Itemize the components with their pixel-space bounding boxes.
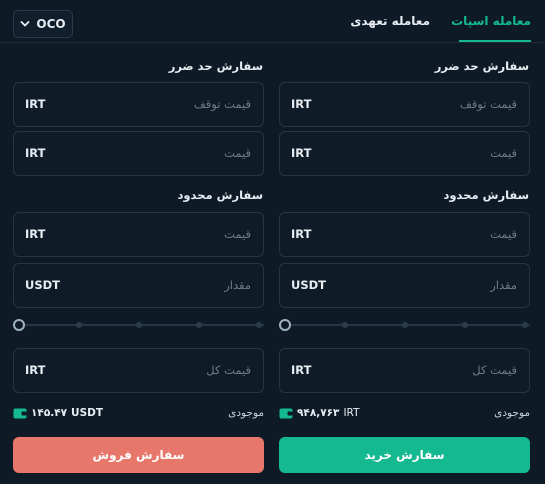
tab-margin[interactable]: معامله تعهدی [350, 14, 430, 28]
input-placeholder: مقدار [490, 278, 517, 292]
header: OCO معامله اسپات معامله تعهدی [0, 0, 545, 44]
sell-amount-slider[interactable] [13, 318, 264, 332]
sell-amount-input[interactable]: USDT مقدار [13, 263, 264, 308]
slider-tick[interactable] [342, 322, 348, 328]
buy-total-input[interactable]: IRT قیمت کل [279, 348, 530, 393]
currency-unit: USDT [291, 278, 327, 292]
currency-unit: IRT [25, 97, 46, 111]
buy-stop-limit-price-input[interactable]: IRT قیمت [279, 131, 530, 176]
buy-amount-input[interactable]: USDT مقدار [279, 263, 530, 308]
buy-balance: ۹۴۸,۷۶۳ IRT موجودی [279, 407, 530, 421]
sell-stop-section-title: سفارش حد ضرر [168, 59, 263, 73]
slider-tick[interactable] [136, 322, 142, 328]
chevron-down-icon [20, 21, 30, 27]
buy-amount-slider[interactable] [279, 318, 530, 332]
sell-stop-limit-price-input[interactable]: IRT قیمت [13, 131, 264, 176]
wallet-icon [13, 408, 27, 418]
wallet-icon [279, 408, 293, 418]
buy-order-button[interactable]: سفارش خرید [279, 437, 530, 473]
balance-label: موجودی [228, 407, 264, 419]
currency-unit: IRT [25, 146, 46, 160]
sell-limit-section-title: سفارش محدود [177, 188, 264, 202]
slider-tick[interactable] [196, 322, 202, 328]
buy-limit-price-input[interactable]: IRT قیمت [279, 212, 530, 257]
input-placeholder: قیمت کل [472, 363, 517, 377]
order-type-dropdown[interactable]: OCO [13, 10, 73, 38]
input-placeholder: قیمت [490, 146, 517, 160]
input-placeholder: قیمت توقف [459, 97, 517, 111]
currency-unit: IRT [291, 363, 312, 377]
input-placeholder: قیمت [490, 227, 517, 241]
currency-unit: IRT [291, 227, 312, 241]
slider-tick[interactable] [522, 322, 528, 328]
slider-tick[interactable] [462, 322, 468, 328]
slider-tick[interactable] [76, 322, 82, 328]
balance-unit: USDT [71, 407, 104, 419]
header-divider [0, 42, 545, 43]
sell-stop-price-input[interactable]: IRT قیمت توقف [13, 82, 264, 127]
tab-spot[interactable]: معامله اسپات [451, 14, 531, 28]
currency-unit: IRT [25, 363, 46, 377]
sell-limit-price-input[interactable]: IRT قیمت [13, 212, 264, 257]
slider-handle[interactable] [13, 319, 25, 331]
input-placeholder: قیمت توقف [193, 97, 251, 111]
balance-value: ۱۴۵.۴۷ [31, 407, 68, 419]
currency-unit: IRT [291, 97, 312, 111]
buy-limit-section-title: سفارش محدود [443, 188, 530, 202]
sell-total-input[interactable]: IRT قیمت کل [13, 348, 264, 393]
input-placeholder: قیمت کل [206, 363, 251, 377]
buy-stop-section-title: سفارش حد ضرر [434, 59, 529, 73]
buy-stop-price-input[interactable]: IRT قیمت توقف [279, 82, 530, 127]
input-placeholder: قیمت [224, 227, 251, 241]
input-placeholder: مقدار [224, 278, 251, 292]
order-type-label: OCO [36, 17, 66, 31]
currency-unit: IRT [291, 146, 312, 160]
balance-value: ۹۴۸,۷۶۳ [297, 407, 340, 419]
currency-unit: IRT [25, 227, 46, 241]
sell-balance: ۱۴۵.۴۷ USDT موجودی [13, 407, 264, 421]
slider-tick[interactable] [256, 322, 262, 328]
slider-tick[interactable] [402, 322, 408, 328]
sell-order-button[interactable]: سفارش فروش [13, 437, 264, 473]
balance-label: موجودی [494, 407, 530, 419]
currency-unit: USDT [25, 278, 61, 292]
slider-handle[interactable] [279, 319, 291, 331]
input-placeholder: قیمت [224, 146, 251, 160]
balance-unit: IRT [343, 407, 360, 419]
